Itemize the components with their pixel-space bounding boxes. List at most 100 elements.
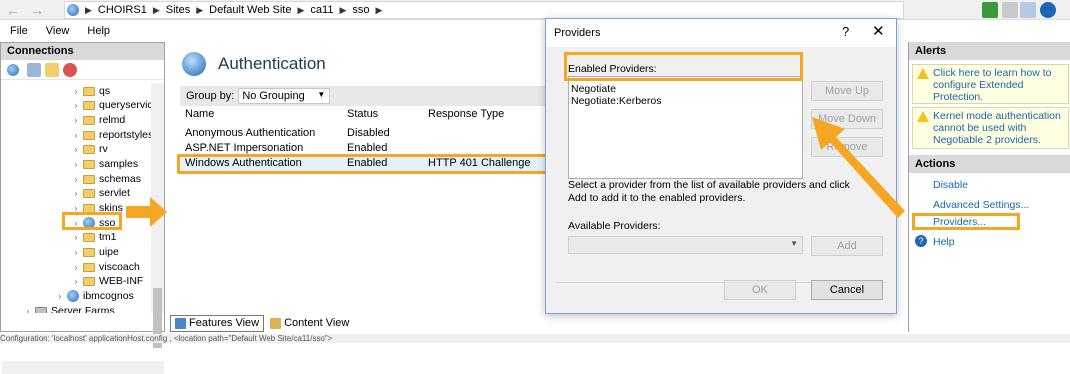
- breadcrumb-item[interactable]: sso: [348, 4, 373, 16]
- tab-features-view[interactable]: Features View: [170, 314, 265, 332]
- action-disable[interactable]: Disable: [933, 179, 968, 191]
- list-item[interactable]: Negotiate: [571, 83, 616, 95]
- authentication-icon: [182, 52, 206, 76]
- connections-pane: Connections › qs › queryservic › relmd › rep…: [0, 42, 165, 374]
- dialog-body: Enabled Providers: Negotiate Negotiate:K…: [546, 47, 896, 313]
- disconnect-icon[interactable]: [63, 62, 77, 77]
- instruction-text: Select a provider from the list of avail…: [568, 179, 850, 204]
- breadcrumb-separator-icon: ▶: [339, 4, 347, 15]
- action-help[interactable]: Help: [933, 236, 955, 248]
- providers-highlight-box: [912, 213, 1020, 230]
- folder-icon: [83, 247, 95, 257]
- connections-toolbar: [1, 60, 164, 80]
- tree-node[interactable]: › rv: [71, 142, 108, 156]
- tree-node[interactable]: › uipe: [71, 245, 119, 259]
- action-advanced-settings[interactable]: Advanced Settings...: [933, 199, 1029, 211]
- tree-node[interactable]: › qs: [71, 84, 110, 98]
- status-bar: Configuration: 'localhost' applicationHo…: [0, 334, 1070, 343]
- menu-file[interactable]: File: [0, 25, 36, 37]
- help-icon: ?: [915, 235, 927, 247]
- table-row-selected[interactable]: Windows Authentication Enabled HTTP 401 …: [177, 154, 549, 174]
- connections-tree: › qs › queryservic › relmd › reportstyles › r…: [1, 83, 151, 313]
- refresh-icon[interactable]: [982, 2, 998, 18]
- tree-node[interactable]: › samples: [71, 157, 138, 171]
- breadcrumb-item[interactable]: Default Web Site: [205, 4, 295, 16]
- breadcrumb-item[interactable]: CHOIRS1: [94, 4, 151, 16]
- menu-view[interactable]: View: [36, 25, 78, 37]
- tree-node[interactable]: › tm1: [71, 230, 117, 244]
- tree-node[interactable]: › servlet: [71, 186, 130, 200]
- breadcrumb-separator-icon: ▶: [375, 4, 383, 15]
- move-down-button[interactable]: Move Down: [811, 109, 883, 129]
- home-icon[interactable]: [1020, 2, 1036, 18]
- tree-node-server-farms[interactable]: › Server Farms: [23, 304, 115, 313]
- folder-icon: [83, 144, 95, 154]
- connect-icon[interactable]: [7, 63, 19, 76]
- sso-highlight-box: [62, 212, 122, 230]
- actions-pane: Alerts Click here to learn how to config…: [908, 42, 1070, 332]
- enabled-providers-list[interactable]: Negotiate Negotiate:Kerberos: [568, 76, 803, 179]
- content-view-icon: [270, 317, 282, 329]
- horizontal-scrollbar[interactable]: [2, 361, 164, 374]
- folder-icon: [83, 276, 95, 286]
- tree-node[interactable]: › relmd: [71, 113, 126, 127]
- dialog-title: Providers: [554, 27, 601, 39]
- breadcrumb-separator-icon: ▶: [196, 4, 204, 15]
- column-header-name[interactable]: Name: [185, 108, 214, 124]
- column-header-response-type[interactable]: Response Type: [428, 108, 504, 124]
- navigation-bar: ← → ▶ CHOIRS1 ▶ Sites ▶ Default Web Site…: [0, 0, 1070, 20]
- authentication-panel: Authentication Group by: No Grouping ▼ N…: [170, 42, 549, 332]
- move-up-button[interactable]: Move Up: [811, 81, 883, 101]
- breadcrumb-item[interactable]: Sites: [162, 4, 194, 16]
- help-icon[interactable]: [1040, 2, 1056, 18]
- tree-node[interactable]: › queryservic: [71, 98, 151, 112]
- features-view-icon: [175, 317, 186, 329]
- warning-icon: [917, 111, 929, 122]
- connections-title: Connections: [1, 43, 164, 60]
- add-button[interactable]: Add: [811, 236, 883, 256]
- tab-content-view[interactable]: Content View: [266, 315, 353, 332]
- menu-bar: File View Help: [0, 21, 1070, 41]
- table-row[interactable]: ASP.NET Impersonation Enabled: [180, 142, 546, 156]
- alert-extended-protection[interactable]: Click here to learn how to configure Ext…: [912, 64, 1069, 104]
- alerts-title: Alerts: [909, 42, 1070, 60]
- address-bar[interactable]: ▶ CHOIRS1 ▶ Sites ▶ Default Web Site ▶ c…: [64, 1, 904, 19]
- warning-icon: [917, 68, 929, 79]
- dropdown-arrow-icon: ▼: [790, 239, 798, 248]
- folder-icon: [83, 262, 95, 272]
- server-globe-icon: [67, 4, 79, 16]
- alert-kernel-mode: Kernel mode authentication cannot be use…: [912, 107, 1069, 149]
- up-folder-icon[interactable]: [45, 62, 59, 77]
- tree-node[interactable]: › viscoach: [71, 260, 140, 274]
- tree-node[interactable]: › ibmcognos: [55, 289, 134, 303]
- table-row[interactable]: Anonymous Authentication Disabled: [180, 127, 546, 141]
- folder-icon: [83, 174, 95, 184]
- ok-button[interactable]: OK: [724, 280, 796, 300]
- close-icon[interactable]: ✕: [872, 22, 885, 40]
- tree-node[interactable]: › reportstyles: [71, 128, 151, 142]
- available-providers-label: Available Providers:: [568, 220, 661, 232]
- group-by-label: Group by:: [186, 90, 235, 102]
- save-icon[interactable]: [27, 62, 41, 77]
- providers-dialog: Providers ? ✕ Enabled Providers: Negotia…: [545, 18, 897, 314]
- breadcrumb-separator-icon: ▶: [85, 4, 92, 15]
- cancel-button[interactable]: Cancel: [811, 280, 883, 300]
- breadcrumb-item[interactable]: ca11: [306, 4, 337, 16]
- dropdown-arrow-icon: ▼: [317, 90, 326, 99]
- remove-button[interactable]: Remove: [811, 137, 883, 157]
- tree-node[interactable]: › WEB-INF: [71, 274, 144, 288]
- group-by-bar: Group by: No Grouping ▼: [180, 86, 546, 106]
- group-by-select[interactable]: No Grouping ▼: [238, 88, 331, 104]
- vertical-scrollbar[interactable]: [151, 83, 164, 313]
- dialog-help-button[interactable]: ?: [842, 24, 849, 39]
- stop-icon[interactable]: [1002, 2, 1018, 18]
- menu-help[interactable]: Help: [77, 25, 118, 37]
- tree-node[interactable]: › schemas: [71, 172, 141, 186]
- forward-arrow-icon[interactable]: →: [28, 1, 46, 19]
- column-header-status[interactable]: Status: [347, 108, 378, 124]
- folder-icon: [83, 100, 95, 110]
- list-item[interactable]: Negotiate:Kerberos: [571, 95, 661, 107]
- available-providers-select[interactable]: ▼: [568, 236, 803, 254]
- authentication-list: Name Status Response Type Anonymous Auth…: [177, 108, 549, 308]
- back-arrow-icon[interactable]: ←: [4, 1, 22, 19]
